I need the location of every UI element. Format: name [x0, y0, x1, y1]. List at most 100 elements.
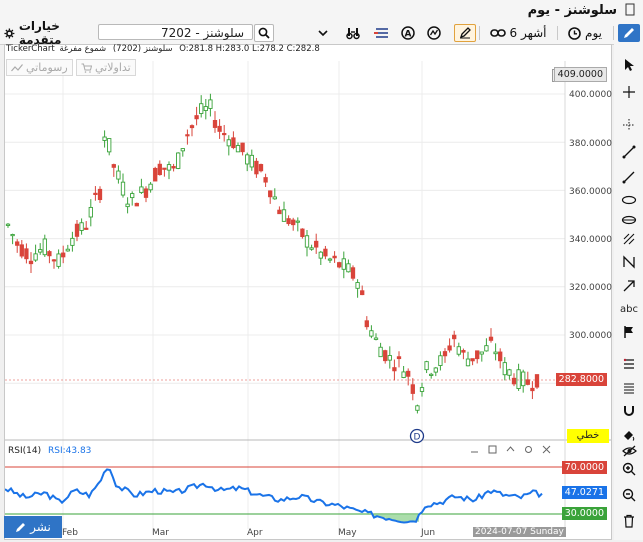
svg-text:A: A [405, 29, 412, 39]
zoom-out-tool[interactable] [618, 484, 640, 506]
cursor-tool[interactable] [618, 54, 640, 76]
candle-body [406, 370, 411, 377]
candle-body [51, 259, 57, 262]
candle-body [208, 99, 213, 109]
pencil-icon [16, 522, 26, 532]
text-tool[interactable]: abc [618, 298, 640, 320]
candle-body [194, 115, 199, 120]
candle-body [212, 120, 218, 128]
line-style-tag[interactable]: خطي [567, 429, 609, 443]
candle-body [15, 241, 20, 246]
minimize-pane-icon[interactable] [470, 445, 479, 454]
dividend-marker[interactable]: D [409, 428, 425, 444]
channel-icon [621, 215, 637, 225]
candle-body [130, 193, 135, 199]
candle-body [116, 170, 121, 180]
draw-pencil-button[interactable] [618, 24, 640, 42]
close-icon[interactable] [542, 445, 551, 454]
document-icon [625, 3, 635, 16]
candle-body [498, 351, 503, 362]
ellipse-tool[interactable] [618, 189, 640, 211]
restore-pane-icon[interactable] [488, 445, 497, 454]
range-label: 6 أشهر [509, 26, 547, 40]
price-axis-label: 320.0000 [569, 283, 612, 293]
compare-button[interactable] [373, 24, 391, 42]
candle-body [245, 154, 250, 165]
price-chart-svg[interactable]: D [5, 45, 611, 539]
candle-body [516, 369, 521, 389]
candle-body [162, 167, 167, 170]
price-axis-label: 360.0000 [569, 187, 612, 197]
trading-button[interactable]: تداولاتي [76, 59, 136, 76]
alerts-button[interactable]: A [399, 24, 417, 42]
drawing-tools-sidebar: abc [614, 44, 643, 540]
chart-info-line: TickerChart سلوشنز (7202) شموع مفرغة O:2… [6, 44, 320, 54]
timeframe-button[interactable]: يوم [562, 24, 608, 42]
price-axis-label: 300.0000 [569, 331, 612, 341]
fib-tool[interactable] [618, 354, 640, 376]
cart-icon [81, 63, 92, 73]
candle-body [318, 251, 323, 259]
trading-label: تداولاتي [95, 61, 131, 74]
magnet-tool[interactable] [618, 400, 640, 422]
toolbar-separator [557, 26, 558, 40]
settings-icon[interactable] [524, 445, 533, 454]
candle-body [295, 220, 300, 223]
arrow-tool[interactable] [618, 275, 640, 297]
candle-body [286, 218, 291, 225]
candle-body [309, 247, 314, 250]
delete-tool[interactable] [618, 510, 640, 532]
candle-body [61, 252, 66, 258]
gann-tool[interactable] [618, 378, 640, 400]
candle-body [97, 188, 103, 201]
candle-body [24, 248, 29, 260]
pencil-icon [624, 28, 634, 38]
advanced-options-button[interactable]: خيارات متقدمة [4, 19, 92, 47]
ohlc-values: O:281.8 H:283.0 L:278.2 C:282.8 [179, 44, 320, 54]
trendline-tool[interactable] [618, 141, 640, 163]
candle-body [268, 190, 273, 198]
vertical-line-tool[interactable] [618, 114, 640, 136]
candle-body [373, 337, 379, 340]
zoom-in-tool[interactable] [618, 458, 640, 480]
candle-body [139, 186, 144, 194]
pitchfork-tool[interactable] [618, 228, 640, 250]
candle-body [226, 139, 231, 147]
candle-body [240, 142, 245, 153]
candle-body [502, 362, 507, 376]
crosshair-tool[interactable] [618, 81, 640, 103]
search-button[interactable] [254, 24, 274, 42]
symbol-options-button[interactable] [313, 24, 333, 42]
candle-body [323, 248, 328, 257]
pitchfork-icon [623, 233, 635, 245]
flag-tool[interactable] [618, 321, 640, 343]
candle-body [484, 345, 489, 352]
candle-body [521, 371, 526, 387]
share-button[interactable]: نشر [4, 516, 62, 538]
range-button[interactable]: 6 أشهر [483, 24, 553, 42]
month-label: May [338, 528, 357, 538]
indicator-button[interactable] [425, 24, 443, 42]
candle-body [166, 164, 172, 171]
magnet-draw-button[interactable] [454, 24, 476, 42]
move-up-icon[interactable] [506, 445, 515, 454]
drawings-button[interactable]: رسوماتي [6, 59, 73, 76]
rsi-upper-tag: 70.0000 [561, 461, 607, 474]
pattern-tool[interactable] [618, 251, 640, 273]
symbol-search-input[interactable]: 7202 - سلوشنز [98, 24, 253, 40]
ray-tool[interactable] [618, 166, 640, 188]
candle-body [433, 367, 438, 373]
candle-body [304, 235, 310, 248]
link-icon [489, 29, 506, 37]
chart-panel[interactable]: D [4, 44, 612, 540]
candle-body [189, 125, 195, 129]
toolbar-separator [479, 26, 480, 40]
candle-body [33, 253, 38, 261]
candle-body [456, 346, 461, 355]
candle-body [461, 350, 466, 353]
candle-body [153, 167, 158, 182]
candle-body [424, 361, 429, 371]
layout-button[interactable] [343, 24, 363, 42]
rsi-value-text: RSI:43.83 [47, 446, 92, 456]
candle-body [401, 371, 406, 378]
